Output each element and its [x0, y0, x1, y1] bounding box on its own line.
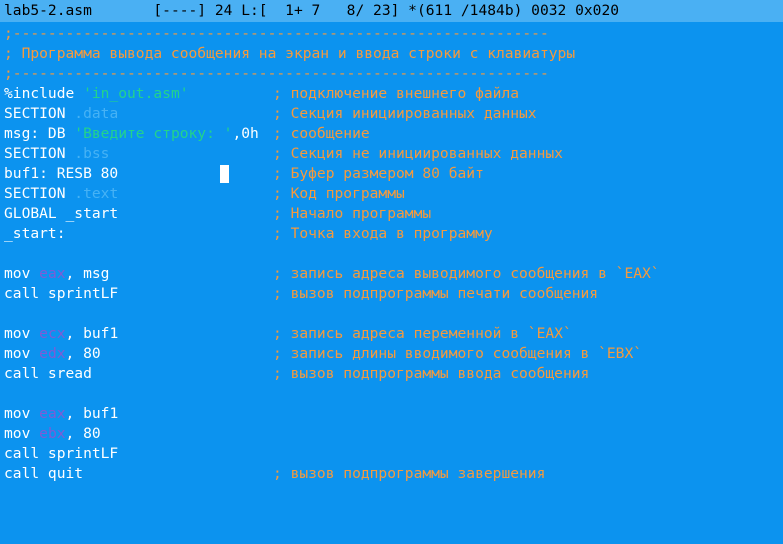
filename: lab5-2.asm [4, 2, 92, 19]
code-text: call sprintLF [4, 445, 119, 462]
comment-divider: ;---------------------------------------… [4, 25, 549, 42]
comment: ; вызов подпрограммы завершения [273, 465, 546, 482]
string-literal: 'in_out.asm' [83, 85, 189, 102]
string-literal: 'Введите строку: ' [74, 125, 233, 142]
code-line: call sread ; вызов подпрограммы ввода со… [0, 364, 783, 384]
code-line: call quit ; вызов подпрограммы завершени… [0, 464, 783, 484]
section-name: .bss [74, 145, 110, 162]
code-text: buf1: RESB 80 [4, 165, 119, 182]
comment: ; запись адреса переменной в `EAX` [273, 325, 572, 342]
code-line: mov eax, msg ; запись адреса выводимого … [0, 264, 783, 284]
status-info: [----] 24 L:[ 1+ 7 8/ 23] *(611 /1484b) … [91, 2, 620, 19]
empty-line [0, 304, 783, 324]
code-text: , msg [65, 265, 110, 282]
editor-area[interactable]: ;---------------------------------------… [0, 24, 783, 484]
code-line: ;---------------------------------------… [0, 64, 783, 84]
code-text: call sprintLF [4, 285, 119, 302]
comment: ; запись длины вводимого сообщения в `EB… [273, 345, 643, 362]
register: ecx [39, 325, 66, 342]
code-text: %include [4, 85, 84, 102]
code-line: call sprintLF [0, 444, 783, 464]
code-line: ; Программа вывода сообщения на экран и … [0, 44, 783, 64]
code-text: GLOBAL _start [4, 205, 119, 222]
comment: ; запись адреса выводимого сообщения в `… [273, 265, 660, 282]
code-text: msg: DB [4, 125, 75, 142]
register: edx [39, 345, 66, 362]
code-line: msg: DB 'Введите строку: ',0h ; сообщени… [0, 124, 783, 144]
empty-line [0, 244, 783, 264]
code-text: mov [4, 345, 40, 362]
code-line: ;---------------------------------------… [0, 24, 783, 44]
code-text: SECTION [4, 185, 75, 202]
code-line: SECTION .data ; Секция инициированных да… [0, 104, 783, 124]
empty-line [0, 384, 783, 404]
code-text: , buf1 [65, 405, 119, 422]
code-line: mov edx, 80 ; запись длины вводимого соо… [0, 344, 783, 364]
code-text: SECTION [4, 105, 75, 122]
comment: ; Точка входа в программу [273, 225, 493, 242]
code-text: , buf1 [65, 325, 119, 342]
code-line: GLOBAL _start ; Начало программы [0, 204, 783, 224]
register: eax [39, 405, 66, 422]
code-text: mov [4, 325, 40, 342]
comment: ; сообщение [273, 125, 370, 142]
comment: ; подключение внешнего файла [273, 85, 520, 102]
comment-divider: ;---------------------------------------… [4, 65, 549, 82]
code-text: _start: [4, 225, 66, 242]
code-text: mov [4, 265, 40, 282]
code-line: mov ecx, buf1 ; запись адреса переменной… [0, 324, 783, 344]
text-cursor [220, 165, 229, 183]
comment: ; Буфер размером 80 байт [273, 165, 484, 182]
code-text: ,0h [232, 125, 259, 142]
code-text: mov [4, 405, 40, 422]
code-line: %include 'in_out.asm' ; подключение внеш… [0, 84, 783, 104]
code-text: SECTION [4, 145, 75, 162]
comment: ; вызов подпрограммы печати сообщения [273, 285, 599, 302]
code-line: mov ebx, 80 [0, 424, 783, 444]
register: ebx [39, 425, 66, 442]
code-line: mov eax, buf1 [0, 404, 783, 424]
code-line: SECTION .bss ; Секция не инициированных … [0, 144, 783, 164]
status-bar: lab5-2.asm [----] 24 L:[ 1+ 7 8/ 23] *(6… [0, 0, 783, 22]
code-line: SECTION .text ; Код программы [0, 184, 783, 204]
code-line: call sprintLF ; вызов подпрограммы печат… [0, 284, 783, 304]
comment: ; Код программы [273, 185, 405, 202]
section-name: .text [74, 185, 119, 202]
comment: ; Секция не инициированных данных [273, 145, 563, 162]
register: eax [39, 265, 66, 282]
comment: ; Начало программы [273, 205, 432, 222]
code-text: , 80 [65, 425, 101, 442]
code-text: , 80 [65, 345, 101, 362]
code-text: call quit [4, 465, 84, 482]
code-text: mov [4, 425, 40, 442]
code-text: call sread [4, 365, 92, 382]
code-line: _start: ; Точка входа в программу [0, 224, 783, 244]
comment-title: ; Программа вывода сообщения на экран и … [4, 45, 576, 62]
comment: ; вызов подпрограммы ввода сообщения [273, 365, 590, 382]
section-name: .data [74, 105, 119, 122]
comment: ; Секция инициированных данных [273, 105, 537, 122]
code-line: buf1: RESB 80 ; Буфер размером 80 байт [0, 164, 783, 184]
